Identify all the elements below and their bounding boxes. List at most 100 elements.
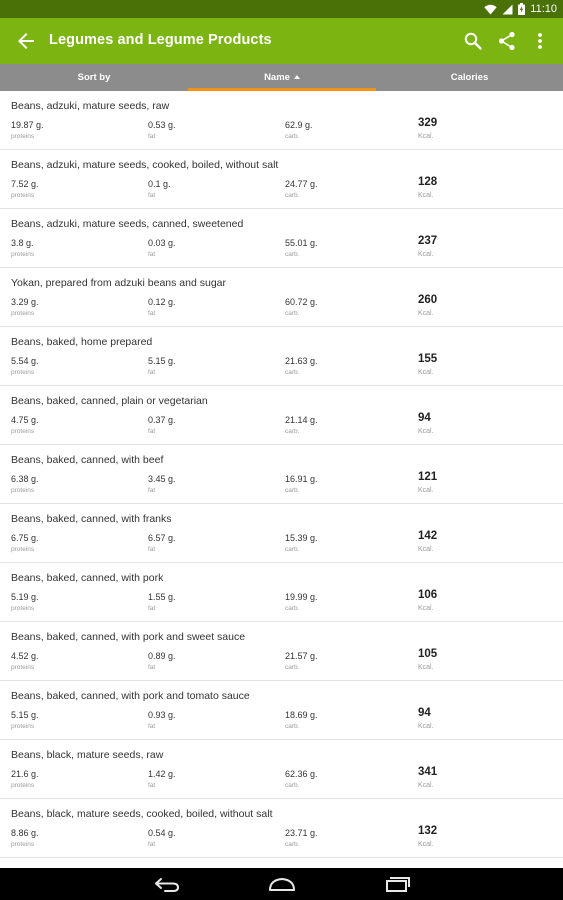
- protein-label: proteins: [11, 782, 35, 789]
- carbs-label: carb.: [285, 192, 300, 199]
- fat-label: fat: [148, 251, 156, 258]
- share-icon[interactable]: [495, 29, 519, 53]
- carbs-label: carb.: [285, 369, 300, 376]
- app-bar: Legumes and Legume Products: [0, 18, 563, 64]
- kcal-value: 132: [418, 825, 438, 837]
- kcal-value: 128: [418, 176, 438, 188]
- carbs-value: 18.69 g.: [285, 710, 318, 720]
- carbs-label: carb.: [285, 133, 300, 140]
- more-vert-icon[interactable]: [528, 29, 552, 53]
- search-icon[interactable]: [461, 29, 485, 53]
- nav-home-icon[interactable]: [267, 874, 297, 894]
- carbs-label: carb.: [285, 251, 300, 258]
- tab-name[interactable]: Name: [188, 64, 376, 91]
- food-item[interactable]: Beans, black, mature seeds, cooked, boil…: [0, 799, 563, 858]
- food-item[interactable]: Beans, baked, home prepared 5.54 g. prot…: [0, 327, 563, 386]
- food-item[interactable]: Beans, baked, canned, with franks 6.75 g…: [0, 504, 563, 563]
- fat-value: 0.03 g.: [148, 238, 176, 248]
- food-name: Beans, baked, canned, with pork and toma…: [11, 690, 250, 702]
- fat-label: fat: [148, 428, 156, 435]
- fat-value: 0.93 g.: [148, 710, 176, 720]
- food-name: Beans, black, mature seeds, cooked, boil…: [11, 808, 273, 820]
- kcal-label: Kcal.: [418, 310, 434, 317]
- kcal-label: Kcal.: [418, 428, 434, 435]
- carbs-label: carb.: [285, 841, 300, 848]
- food-item[interactable]: Beans, adzuki, mature seeds, canned, swe…: [0, 209, 563, 268]
- fat-value: 5.15 g.: [148, 356, 176, 366]
- protein-label: proteins: [11, 428, 35, 435]
- food-name: Beans, black, mature seeds, raw: [11, 749, 164, 761]
- kcal-value: 106: [418, 589, 438, 601]
- fat-label: fat: [148, 310, 156, 317]
- protein-value: 3.8 g.: [11, 238, 34, 248]
- carbs-label: carb.: [285, 428, 300, 435]
- protein-value: 5.15 g.: [11, 710, 39, 720]
- sort-tab-bar: Sort by Name Calories: [0, 64, 563, 91]
- kcal-value: 121: [418, 471, 438, 483]
- kcal-label: Kcal.: [418, 605, 434, 612]
- fat-label: fat: [148, 487, 156, 494]
- food-item[interactable]: Beans, adzuki, mature seeds, raw 19.87 g…: [0, 91, 563, 150]
- food-item[interactable]: Beans, baked, canned, with beef 6.38 g. …: [0, 445, 563, 504]
- fat-value: 0.1 g.: [148, 179, 171, 189]
- sort-ascending-icon: [293, 75, 300, 79]
- fat-label: fat: [148, 723, 156, 730]
- food-name: Yokan, prepared from adzuki beans and su…: [11, 277, 227, 289]
- fat-label: fat: [148, 605, 156, 612]
- fat-label: fat: [148, 782, 156, 789]
- food-item[interactable]: Beans, adzuki, mature seeds, cooked, boi…: [0, 150, 563, 209]
- carbs-label: carb.: [285, 664, 300, 671]
- kcal-value: 94: [418, 707, 431, 719]
- nav-back-icon[interactable]: [152, 874, 182, 894]
- food-name: Beans, adzuki, mature seeds, raw: [11, 100, 170, 112]
- food-item[interactable]: Beans, baked, canned, plain or vegetaria…: [0, 386, 563, 445]
- protein-label: proteins: [11, 192, 35, 199]
- protein-value: 5.54 g.: [11, 356, 39, 366]
- fat-label: fat: [148, 133, 156, 140]
- carbs-value: 23.71 g.: [285, 828, 318, 838]
- fat-label: fat: [148, 664, 156, 671]
- food-item[interactable]: Beans, black, mature seeds, raw 21.6 g. …: [0, 740, 563, 799]
- protein-label: proteins: [11, 605, 35, 612]
- protein-label: proteins: [11, 546, 35, 553]
- food-name: Beans, baked, canned, plain or vegetaria…: [11, 395, 208, 407]
- food-list[interactable]: Beans, adzuki, mature seeds, raw 19.87 g…: [0, 91, 563, 868]
- protein-label: proteins: [11, 487, 35, 494]
- carbs-value: 21.14 g.: [285, 415, 318, 425]
- status-icons: 11:10: [484, 3, 557, 15]
- status-time: 11:10: [530, 3, 557, 15]
- tab-sort-by-label: Sort by: [77, 72, 111, 83]
- carbs-value: 24.77 g.: [285, 179, 318, 189]
- kcal-label: Kcal.: [418, 251, 434, 258]
- food-name: Beans, adzuki, mature seeds, cooked, boi…: [11, 159, 279, 171]
- food-name: Beans, baked, canned, with beef: [11, 454, 164, 466]
- food-item[interactable]: Beans, baked, canned, with pork 5.19 g. …: [0, 563, 563, 622]
- kcal-value: 94: [418, 412, 431, 424]
- page-title: Legumes and Legume Products: [49, 32, 272, 48]
- carbs-label: carb.: [285, 782, 300, 789]
- protein-value: 21.6 g.: [11, 769, 39, 779]
- fat-value: 6.57 g.: [148, 533, 176, 543]
- back-arrow-icon[interactable]: [14, 29, 38, 53]
- carbs-value: 16.91 g.: [285, 474, 318, 484]
- kcal-label: Kcal.: [418, 841, 434, 848]
- kcal-label: Kcal.: [418, 546, 434, 553]
- kcal-value: 260: [418, 294, 438, 306]
- carbs-value: 21.57 g.: [285, 651, 318, 661]
- protein-label: proteins: [11, 133, 35, 140]
- protein-label: proteins: [11, 664, 35, 671]
- food-item[interactable]: Beans, baked, canned, with pork and toma…: [0, 681, 563, 740]
- tab-calories[interactable]: Calories: [376, 64, 563, 91]
- tab-name-label: Name: [264, 72, 290, 83]
- wifi-icon: [484, 4, 497, 14]
- fat-value: 0.54 g.: [148, 828, 176, 838]
- carbs-label: carb.: [285, 487, 300, 494]
- tab-sort-by[interactable]: Sort by: [0, 64, 188, 91]
- nav-recents-icon[interactable]: [382, 874, 412, 894]
- protein-value: 6.75 g.: [11, 533, 39, 543]
- carbs-value: 55.01 g.: [285, 238, 318, 248]
- carbs-value: 62.36 g.: [285, 769, 318, 779]
- food-item[interactable]: Yokan, prepared from adzuki beans and su…: [0, 268, 563, 327]
- protein-value: 8.86 g.: [11, 828, 39, 838]
- food-item[interactable]: Beans, baked, canned, with pork and swee…: [0, 622, 563, 681]
